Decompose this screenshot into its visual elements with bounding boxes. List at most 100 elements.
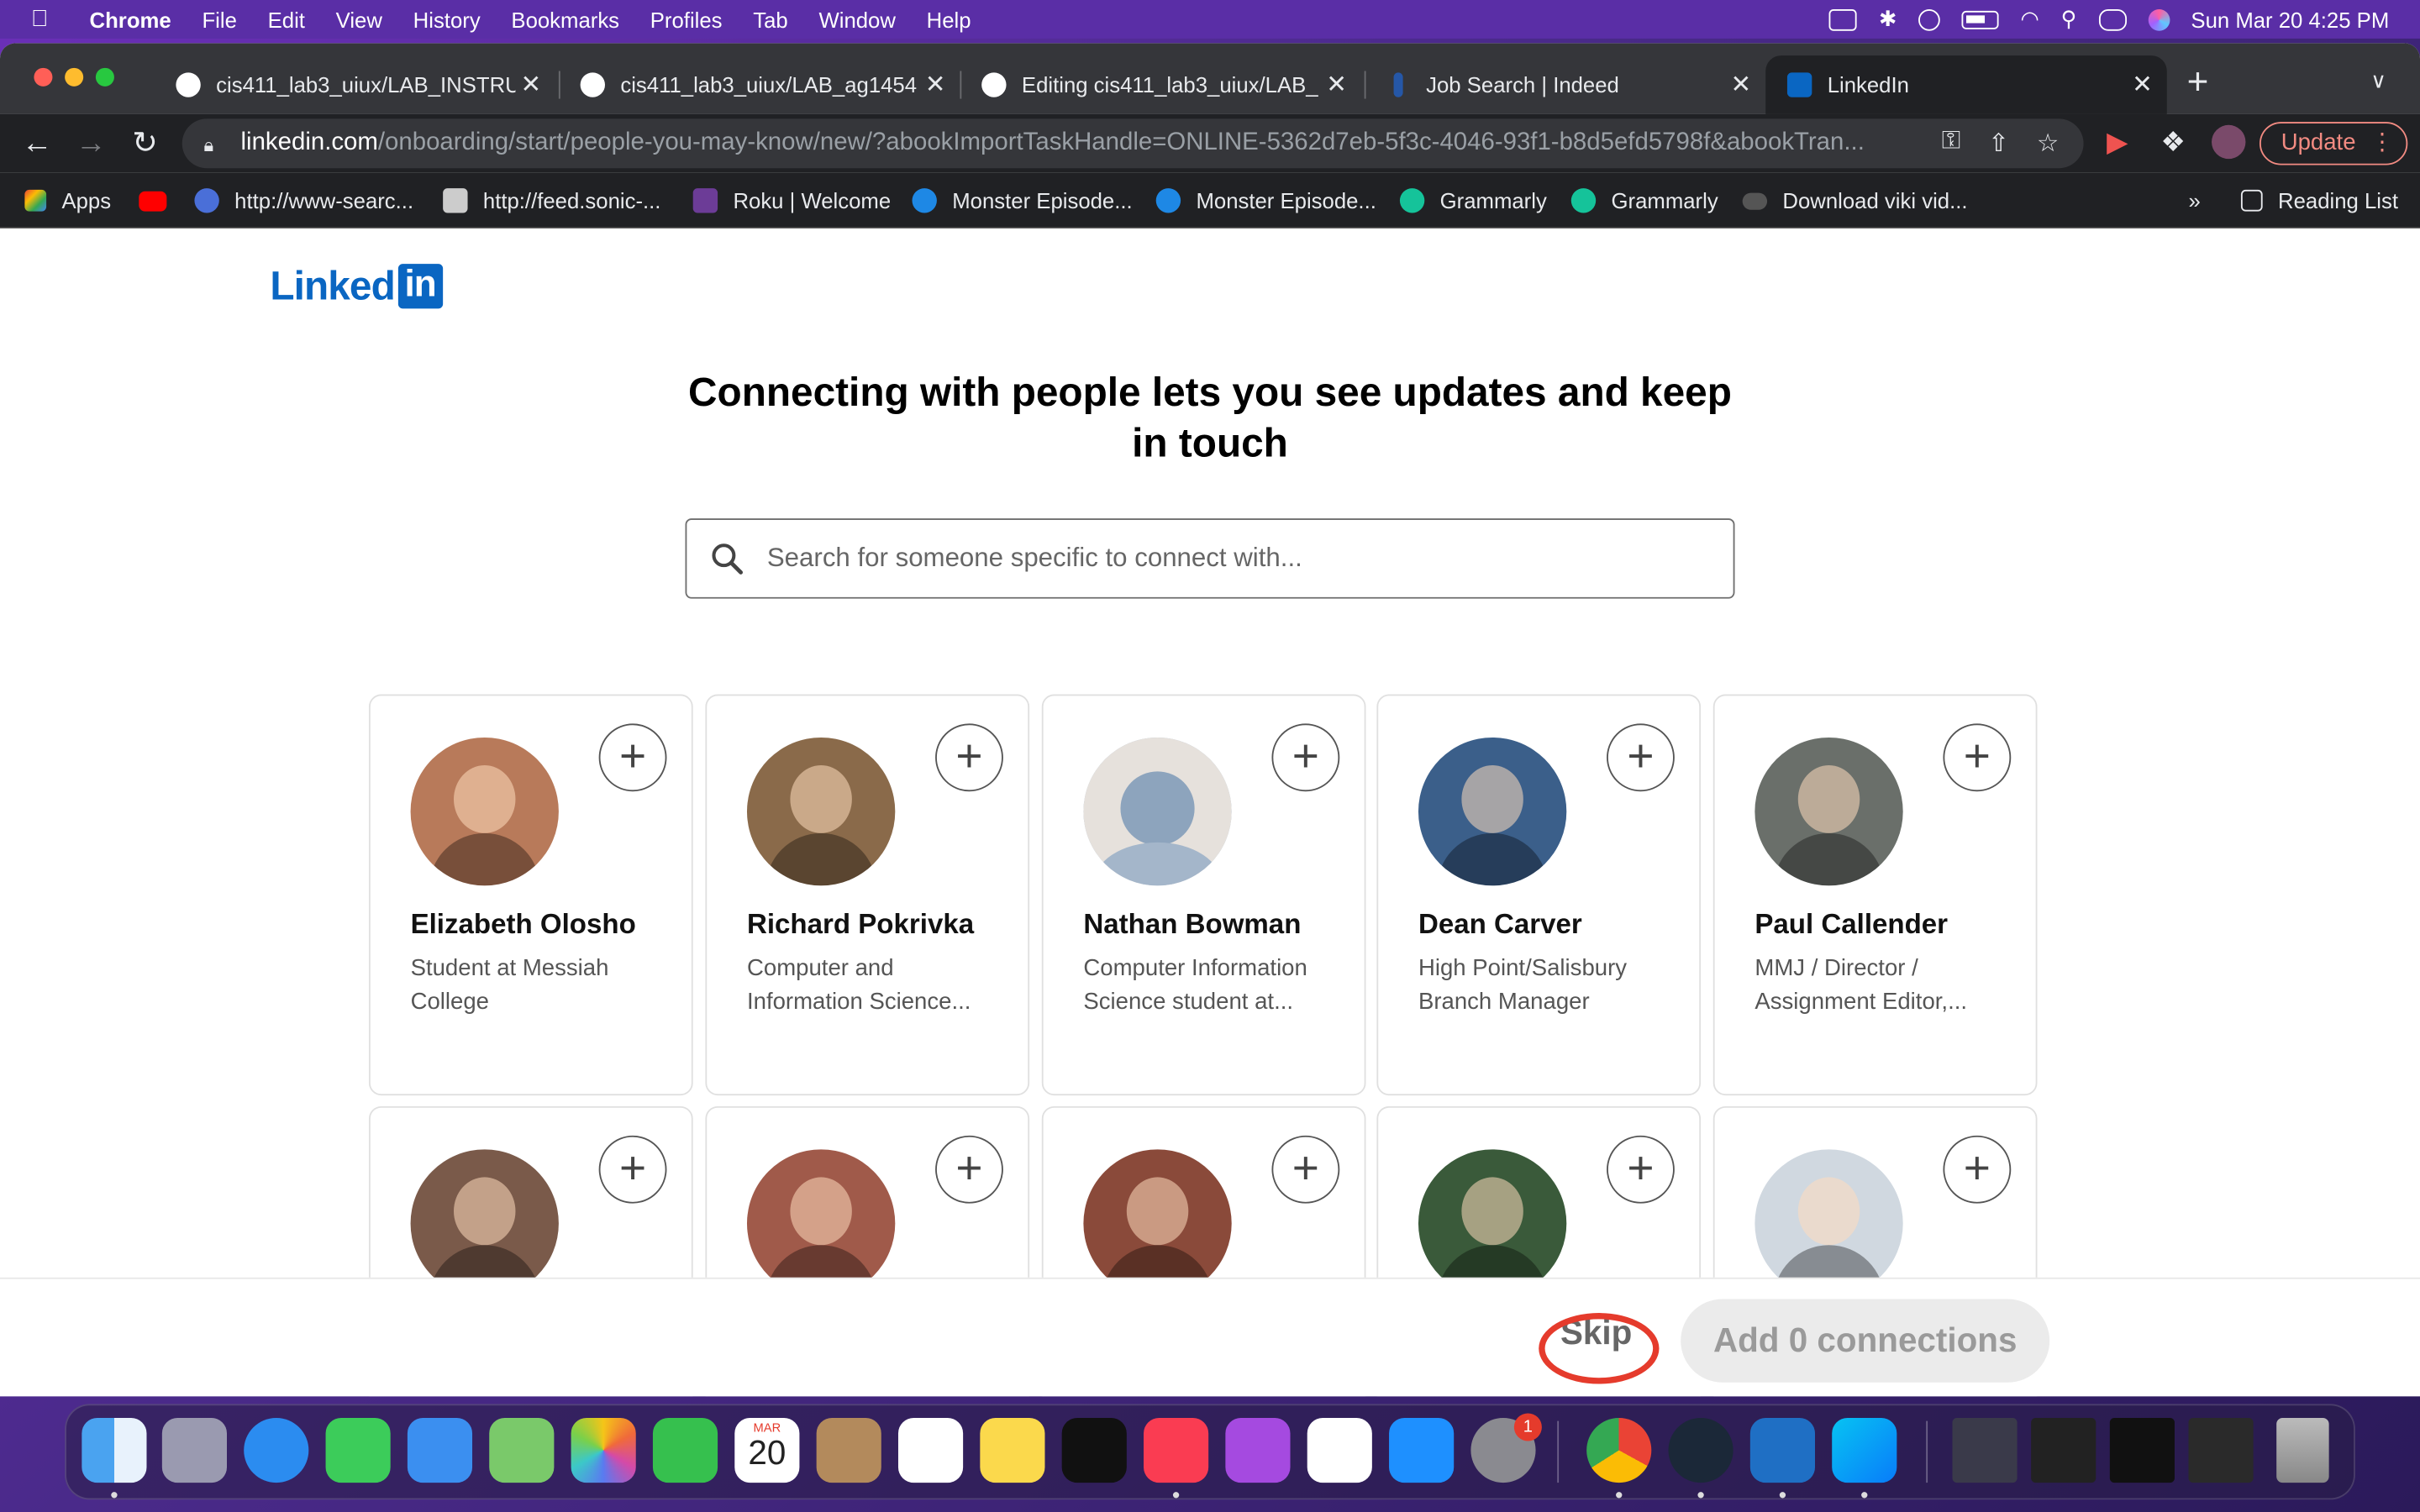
avatar[interactable]	[1083, 1149, 1232, 1298]
battery-icon[interactable]	[1961, 9, 1999, 29]
bookmark-viki[interactable]: Download viki vid...	[1742, 173, 1968, 228]
reload-icon[interactable]: ↻	[128, 127, 161, 160]
add-connection-button[interactable]: +	[1607, 723, 1675, 792]
add-connections-button[interactable]: Add 0 connections	[1681, 1299, 2050, 1383]
close-tab-icon[interactable]: ✕	[920, 70, 951, 101]
add-connection-button[interactable]: +	[598, 1135, 667, 1204]
extensions-puzzle-icon[interactable]: ❖	[2160, 127, 2186, 160]
tab-indeed[interactable]: Job Search | Indeed ✕	[1365, 55, 1766, 114]
tab-github-lab[interactable]: cis411_lab3_uiux/LAB_ag1454 ✕	[559, 55, 960, 114]
menu-app-name[interactable]: Chrome	[90, 7, 171, 31]
search-input[interactable]	[764, 541, 1697, 576]
linkedin-logo[interactable]: Linked in	[270, 261, 443, 308]
status-app-icon[interactable]	[1829, 8, 1858, 30]
bookmark-roku[interactable]: Roku | Welcome	[692, 173, 891, 228]
wifi-icon[interactable]: ◠	[2020, 6, 2039, 32]
menu-help[interactable]: Help	[927, 7, 971, 31]
menubar-clock[interactable]: Sun Mar 20 4:25 PM	[2191, 7, 2389, 31]
menu-bookmarks[interactable]: Bookmarks	[511, 7, 619, 31]
menu-profiles[interactable]: Profiles	[650, 7, 723, 31]
tab-github-editing[interactable]: Editing cis411_lab3_uiux/LAB_ ✕	[960, 55, 1361, 114]
address-bar[interactable]: 🔒︎ linkedin.com /onboarding/start/people…	[182, 118, 2084, 169]
menu-tab[interactable]: Tab	[753, 7, 787, 31]
bookmark-monster-1[interactable]: Monster Episode...	[912, 173, 1133, 228]
minimize-window-button[interactable]	[65, 67, 84, 87]
bookmark-search[interactable]: http://www-searc...	[194, 173, 413, 228]
finder-icon[interactable]	[82, 1417, 147, 1483]
person-card[interactable]: + Richard Pokrivka Computer and Informatio…	[705, 694, 1030, 1096]
person-card[interactable]: + Paul Callender MMJ / Director / Assignme…	[1712, 694, 2038, 1096]
podcasts-icon[interactable]	[1225, 1417, 1291, 1483]
avatar[interactable]	[1754, 737, 1903, 886]
zoom-window-button[interactable]	[95, 67, 114, 87]
bluetooth-icon[interactable]: ✱	[1879, 6, 1897, 32]
add-connection-button[interactable]: +	[1271, 1135, 1340, 1204]
person-name[interactable]: Elizabeth Olosho	[411, 909, 636, 942]
minimized-window-thumbnail[interactable]	[1952, 1417, 2018, 1483]
bookmark-grammarly-2[interactable]: Grammarly	[1570, 173, 1718, 228]
close-tab-icon[interactable]: ✕	[2127, 70, 2158, 101]
bookmark-sonic[interactable]: http://feed.sonic-...	[443, 173, 660, 228]
spotlight-search-icon[interactable]: ⚲	[2061, 6, 2077, 32]
bookmark-monster-2[interactable]: Monster Episode...	[1155, 173, 1376, 228]
update-chrome-button[interactable]: Update ⋮	[2259, 122, 2408, 165]
user-account-icon[interactable]	[1918, 8, 1940, 30]
calendar-icon[interactable]: MAR 20	[734, 1417, 800, 1483]
app-store-icon[interactable]	[1389, 1417, 1455, 1483]
messages-icon[interactable]	[325, 1417, 391, 1483]
apple-menu-icon[interactable]: 	[31, 6, 59, 32]
person-name[interactable]: Richard Pokrivka	[747, 909, 974, 942]
share-icon[interactable]: ⇧	[1988, 128, 2009, 159]
bookmark-youtube[interactable]	[139, 173, 182, 228]
apple-tv-icon[interactable]	[1061, 1417, 1127, 1483]
reminders-icon[interactable]	[897, 1417, 964, 1483]
tab-github-instructions[interactable]: cis411_lab3_uiux/LAB_INSTRU ✕	[155, 55, 556, 114]
add-connection-button[interactable]: +	[598, 723, 667, 792]
key-icon[interactable]: ⚿	[1942, 128, 1960, 159]
music-icon[interactable]	[1144, 1417, 1209, 1483]
minimized-window-thumbnail[interactable]	[2188, 1417, 2254, 1483]
safari-icon[interactable]	[244, 1417, 309, 1483]
mail-icon[interactable]	[407, 1417, 473, 1483]
menu-window[interactable]: Window	[818, 7, 895, 31]
person-card[interactable]: + Elizabeth Olosho Student at Messiah Coll…	[368, 694, 693, 1096]
close-tab-icon[interactable]: ✕	[1321, 70, 1352, 101]
add-connection-button[interactable]: +	[1943, 723, 2012, 792]
avatar[interactable]	[410, 1149, 559, 1298]
profile-avatar[interactable]	[2212, 124, 2246, 160]
launchpad-icon[interactable]	[161, 1417, 227, 1483]
bookmark-apps[interactable]: Apps	[24, 173, 111, 228]
avatar[interactable]	[746, 737, 896, 886]
add-connection-button[interactable]: +	[1271, 723, 1340, 792]
tab-search-chevron-icon[interactable]: ∨	[2370, 68, 2386, 94]
avatar[interactable]	[1083, 737, 1232, 886]
add-connection-button[interactable]: +	[935, 723, 1003, 792]
bookmark-grammarly-1[interactable]: Grammarly	[1399, 173, 1547, 228]
person-name[interactable]: Paul Callender	[1754, 909, 1948, 942]
add-connection-button[interactable]: +	[1943, 1135, 2012, 1204]
chrome-icon[interactable]	[1586, 1417, 1652, 1483]
forward-arrow-icon[interactable]: →	[74, 127, 108, 160]
avatar[interactable]	[1418, 737, 1567, 886]
avatar[interactable]	[1418, 1149, 1567, 1298]
new-tab-icon[interactable]: +	[2187, 61, 2209, 104]
maps-icon[interactable]	[489, 1417, 555, 1483]
person-name[interactable]: Nathan Bowman	[1083, 909, 1301, 942]
bookmark-star-icon[interactable]: ☆	[2037, 128, 2059, 159]
siri-icon[interactable]	[2147, 8, 2170, 30]
contacts-icon[interactable]	[816, 1417, 881, 1483]
minimized-window-thumbnail[interactable]	[2031, 1417, 2096, 1483]
person-card[interactable]: + Nathan Bowman Computer Information Scien…	[1041, 694, 1366, 1096]
back-arrow-icon[interactable]: ←	[20, 127, 54, 160]
close-tab-icon[interactable]: ✕	[515, 70, 546, 101]
close-tab-icon[interactable]: ✕	[1725, 70, 1756, 101]
news-icon[interactable]	[1307, 1417, 1372, 1483]
vscode-icon[interactable]	[1749, 1417, 1815, 1483]
photos-icon[interactable]	[571, 1417, 636, 1483]
control-center-icon[interactable]	[2098, 8, 2127, 30]
webstorm-icon[interactable]	[1832, 1417, 1897, 1483]
lock-icon[interactable]: 🔒︎	[203, 134, 222, 156]
facetime-icon[interactable]	[652, 1417, 718, 1483]
menu-view[interactable]: View	[336, 7, 382, 31]
steam-icon[interactable]	[1668, 1417, 1733, 1483]
